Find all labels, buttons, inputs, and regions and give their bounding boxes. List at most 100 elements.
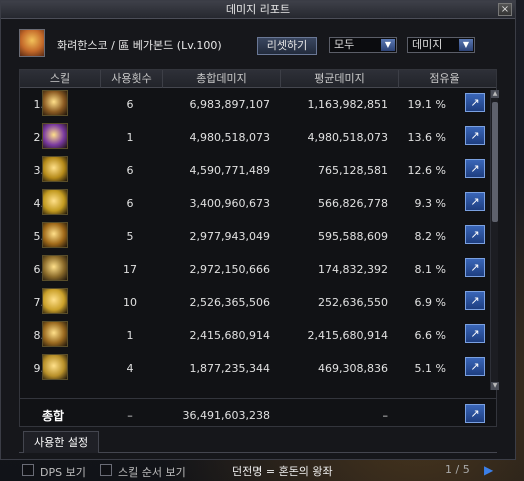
- damage-report-window: 데미지 리포트 × 화려한스코 / 區 베가본드 (Lv.100) 리셋하기 모…: [0, 0, 516, 460]
- total-average: –: [382, 409, 389, 422]
- column-header-uses[interactable]: 사용횟수: [100, 70, 162, 88]
- row-average-damage: 252,636,550: [318, 296, 388, 309]
- metric-value: 데미지: [412, 38, 443, 51]
- share-icon: ↗: [470, 96, 480, 109]
- row-share-button[interactable]: ↗: [465, 192, 485, 211]
- dps-view-label: DPS 보기: [40, 466, 86, 479]
- window-titlebar[interactable]: 데미지 리포트 ×: [1, 1, 515, 19]
- metric-select[interactable]: 데미지 ▼: [407, 37, 475, 53]
- skill-icon[interactable]: [42, 321, 68, 347]
- row-share-button[interactable]: ↗: [465, 324, 485, 343]
- row-total-damage: 2,977,943,049: [189, 230, 270, 243]
- reset-button[interactable]: 리셋하기: [257, 37, 317, 55]
- dps-view-checkbox[interactable]: [22, 464, 34, 476]
- row-total-damage: 2,415,680,914: [189, 329, 270, 342]
- scroll-up-icon[interactable]: ▲: [491, 90, 499, 98]
- row-total-damage: 2,972,150,666: [189, 263, 270, 276]
- table-row: 9. 4 1,877,235,344 469,308,836 5.1 % ↗: [20, 352, 496, 385]
- close-button[interactable]: ×: [498, 3, 512, 16]
- row-share-button[interactable]: ↗: [465, 159, 485, 178]
- window-title: 데미지 리포트: [225, 3, 291, 16]
- skill-damage-table: 스킬 사용횟수 총합데미지 평균데미지 점유율 1. 6 6,983,897,107…: [19, 69, 499, 428]
- table-row: 7. 10 2,526,365,506 252,636,550 6.9 % ↗: [20, 286, 496, 319]
- total-uses: –: [127, 409, 133, 422]
- table-header: 스킬 사용횟수 총합데미지 평균데미지 점유율: [20, 70, 496, 88]
- row-share-button[interactable]: ↗: [465, 258, 485, 277]
- row-average-damage: 595,588,609: [318, 230, 388, 243]
- settings-tabbar: 사용한 설정: [19, 431, 497, 453]
- next-page-icon[interactable]: ▶: [484, 463, 493, 477]
- skill-icon[interactable]: [42, 255, 68, 281]
- report-header: 화려한스코 / 區 베가본드 (Lv.100) 리셋하기 모두 ▼ 데미지 ▼: [19, 29, 495, 63]
- scroll-thumb[interactable]: [492, 102, 498, 222]
- row-total-damage: 4,590,771,489: [189, 164, 270, 177]
- column-header-total[interactable]: 총합데미지: [162, 70, 280, 88]
- total-row: 총합 – 36,491,603,238 – ↗: [20, 398, 496, 428]
- row-total-damage: 2,526,365,506: [189, 296, 270, 309]
- skill-icon[interactable]: [42, 354, 68, 380]
- row-share-button[interactable]: ↗: [465, 126, 485, 145]
- table-scrollbar[interactable]: ▲ ▼: [490, 90, 499, 390]
- table-row: 6. 17 2,972,150,666 174,832,392 8.1 % ↗: [20, 253, 496, 286]
- table-row: 4. 6 3,400,960,673 566,826,778 9.3 % ↗: [20, 187, 496, 220]
- share-icon: ↗: [470, 195, 480, 208]
- skill-order-checkbox[interactable]: [100, 464, 112, 476]
- skill-icon[interactable]: [42, 156, 68, 182]
- share-icon: ↗: [470, 407, 480, 420]
- row-uses: 6: [126, 98, 134, 111]
- tab-used-settings[interactable]: 사용한 설정: [23, 431, 100, 453]
- page-indicator: 1 / 5: [445, 463, 470, 476]
- row-average-damage: 566,826,778: [318, 197, 388, 210]
- row-average-damage: 469,308,836: [318, 362, 388, 375]
- total-damage: 36,491,603,238: [182, 409, 270, 422]
- row-uses: 6: [126, 164, 134, 177]
- row-share-percent: 9.3 %: [414, 197, 446, 210]
- target-filter-select[interactable]: 모두 ▼: [329, 37, 397, 53]
- row-uses: 6: [126, 197, 134, 210]
- footer-bar: DPS 보기 스킬 순서 보기 던전명 = 혼돈의 왕좌 1 / 5 ▶: [0, 460, 524, 481]
- row-share-button[interactable]: ↗: [465, 93, 485, 112]
- row-total-damage: 1,877,235,344: [189, 362, 270, 375]
- row-uses: 17: [123, 263, 137, 276]
- character-avatar: [19, 29, 45, 57]
- share-icon: ↗: [470, 327, 480, 340]
- row-average-damage: 1,163,982,851: [307, 98, 388, 111]
- chevron-down-icon: ▼: [459, 39, 473, 51]
- column-header-average[interactable]: 평균데미지: [280, 70, 398, 88]
- dungeon-name: 던전명 = 혼돈의 왕좌: [232, 465, 333, 478]
- row-share-percent: 6.6 %: [414, 329, 446, 342]
- total-share-button[interactable]: ↗: [465, 404, 485, 423]
- row-average-damage: 174,832,392: [318, 263, 388, 276]
- skill-icon[interactable]: [42, 123, 68, 149]
- share-icon: ↗: [470, 162, 480, 175]
- row-share-percent: 19.1 %: [407, 98, 446, 111]
- row-uses: 1: [126, 329, 134, 342]
- row-share-button[interactable]: ↗: [465, 357, 485, 376]
- row-share-button[interactable]: ↗: [465, 225, 485, 244]
- skill-order-label: 스킬 순서 보기: [118, 466, 186, 479]
- skill-icon[interactable]: [42, 90, 68, 116]
- target-filter-value: 모두: [334, 38, 355, 51]
- skill-icon[interactable]: [42, 288, 68, 314]
- share-icon: ↗: [470, 294, 480, 307]
- row-uses: 4: [126, 362, 134, 375]
- table-row: 5. 5 2,977,943,049 595,588,609 8.2 % ↗: [20, 220, 496, 253]
- scroll-down-icon[interactable]: ▼: [491, 382, 499, 390]
- skill-icon[interactable]: [42, 189, 68, 215]
- column-header-skill[interactable]: 스킬: [20, 70, 100, 88]
- row-average-damage: 2,415,680,914: [307, 329, 388, 342]
- share-icon: ↗: [470, 261, 480, 274]
- share-icon: ↗: [470, 360, 480, 373]
- row-share-button[interactable]: ↗: [465, 291, 485, 310]
- share-icon: ↗: [470, 228, 480, 241]
- chevron-down-icon: ▼: [381, 39, 395, 51]
- character-info: 화려한스코 / 區 베가본드 (Lv.100): [57, 39, 222, 52]
- row-average-damage: 4,980,518,073: [307, 131, 388, 144]
- table-row: 8. 1 2,415,680,914 2,415,680,914 6.6 % ↗: [20, 319, 496, 352]
- skill-icon[interactable]: [42, 222, 68, 248]
- table-row: 3. 6 4,590,771,489 765,128,581 12.6 % ↗: [20, 154, 496, 187]
- column-header-share[interactable]: 점유율: [398, 70, 490, 88]
- row-share-percent: 5.1 %: [414, 362, 446, 375]
- row-share-percent: 12.6 %: [407, 164, 446, 177]
- row-uses: 1: [126, 131, 134, 144]
